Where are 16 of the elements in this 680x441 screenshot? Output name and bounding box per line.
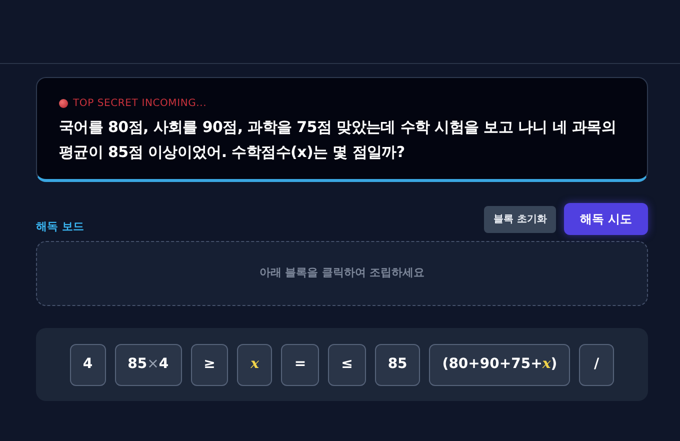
expression-block[interactable]: ≥: [190, 344, 228, 386]
expression-block[interactable]: 85: [374, 344, 420, 386]
drop-zone[interactable]: 아래 블록을 클릭하여 조립하세요: [36, 241, 648, 306]
expression-block[interactable]: =: [281, 344, 320, 386]
expression-block[interactable]: ≤: [328, 344, 366, 386]
alert-dot-icon: [59, 99, 68, 108]
expression-block[interactable]: 85×4: [114, 344, 182, 386]
alert-label: TOP SECRET INCOMING...: [73, 97, 207, 111]
expression-block[interactable]: (80+90+75+x): [429, 344, 570, 386]
expression-block[interactable]: x: [237, 344, 272, 386]
decode-button[interactable]: 해독 시도: [564, 203, 648, 235]
reset-button[interactable]: 블록 초기화: [484, 206, 556, 232]
expression-block[interactable]: 4: [70, 344, 106, 386]
expression-block[interactable]: /: [579, 344, 614, 386]
board-title: 해독 보드: [36, 218, 84, 234]
question-text: 국어를 80점, 사회를 90점, 과학을 75점 맞았는데 수학 시험을 보고 나니 네 과목의 평균이 85점 이상이었어. 수학점수(x)는 몇 점일까?: [59, 117, 617, 163]
